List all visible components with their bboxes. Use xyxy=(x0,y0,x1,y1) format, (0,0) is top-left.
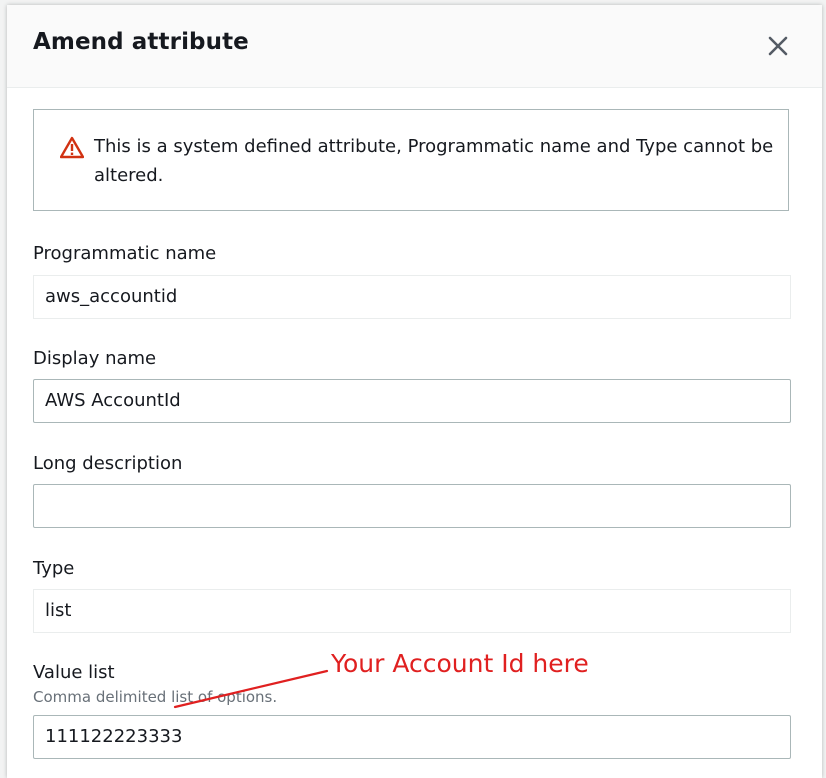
amend-attribute-modal: Amend attribute This is a system defined… xyxy=(7,5,822,778)
annotation-arrow xyxy=(167,665,337,715)
display-name-input[interactable]: AWS AccountId xyxy=(33,379,791,423)
programmatic-name-field: aws_accountid xyxy=(33,275,791,319)
programmatic-name-label: Programmatic name xyxy=(33,243,217,264)
alert-message: This is a system defined attribute, Prog… xyxy=(94,136,774,186)
warning-alert: This is a system defined attribute, Prog… xyxy=(33,109,789,211)
close-icon[interactable] xyxy=(763,31,793,61)
display-name-label: Display name xyxy=(33,348,157,369)
long-description-input[interactable] xyxy=(33,484,791,528)
warning-icon xyxy=(59,136,85,160)
annotation-label: Your Account Id here xyxy=(331,649,589,678)
type-label: Type xyxy=(33,558,75,579)
modal-title: Amend attribute xyxy=(33,29,249,55)
type-field: list xyxy=(33,589,791,633)
value-list-label: Value list xyxy=(33,662,115,683)
value-list-input[interactable]: 111122223333 xyxy=(33,715,791,759)
long-description-label: Long description xyxy=(33,453,183,474)
modal-header: Amend attribute xyxy=(7,5,822,88)
